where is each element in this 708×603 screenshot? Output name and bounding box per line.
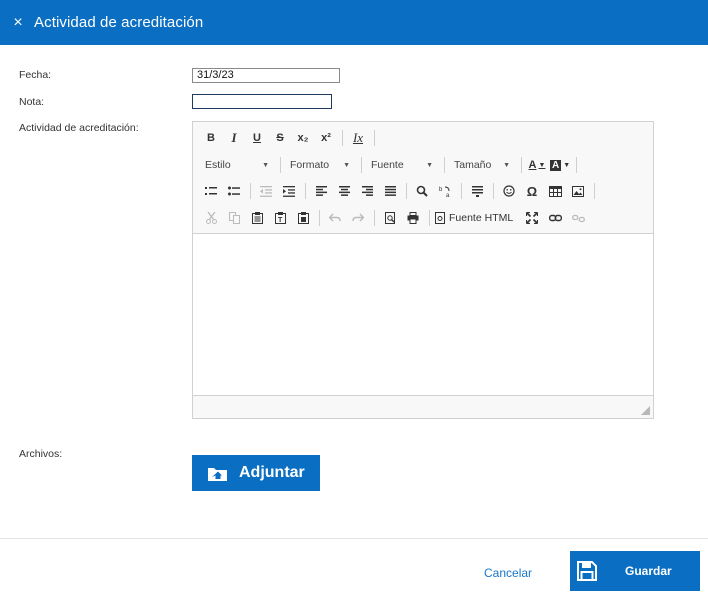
cut-icon[interactable] [201, 208, 221, 228]
toolbar-row-2: Estilo ▼ Formato ▼ Fuente ▼ Tamaño ▼ A▼ [201, 154, 582, 176]
attach-button-label: Adjuntar [239, 464, 305, 481]
resize-handle-icon[interactable] [641, 406, 650, 415]
svg-text:a: a [446, 193, 450, 197]
fecha-field[interactable]: 31/3/23 [192, 68, 340, 83]
numbered-list-icon[interactable] [201, 181, 221, 201]
toolbar-separator [521, 157, 522, 173]
cancel-button[interactable]: Cancelar [484, 566, 532, 580]
toolbar-separator [280, 157, 281, 173]
toolbar-separator [319, 210, 320, 226]
table-icon[interactable] [545, 181, 565, 201]
text-color-icon: A [528, 159, 537, 171]
actividad-label: Actividad de acreditación: [19, 122, 139, 134]
image-icon[interactable] [568, 181, 588, 201]
toolbar-separator [594, 183, 595, 199]
toolbar-row-4: T Fuente HTML [201, 207, 591, 229]
nota-label: Nota: [19, 96, 45, 108]
smiley-icon[interactable] [499, 181, 519, 201]
upload-folder-icon [207, 465, 229, 482]
chevron-down-icon: ▼ [262, 161, 269, 169]
source-icon [435, 212, 445, 224]
format-combo[interactable]: Formato ▼ [286, 156, 354, 174]
indent-icon[interactable] [279, 181, 299, 201]
italic-button[interactable]: I [224, 128, 244, 148]
text-color-button[interactable]: A ▼ [527, 155, 547, 175]
editor-status-bar [193, 395, 653, 418]
editor-toolbar: B I U S x₂ x² Ix Estilo ▼ Formato ▼ Fuen… [193, 122, 653, 234]
toolbar-separator [374, 130, 375, 146]
blockquote-icon[interactable] [467, 181, 487, 201]
strikethrough-button[interactable]: S [270, 128, 290, 148]
font-combo[interactable]: Fuente ▼ [367, 156, 437, 174]
dialog-header: × Actividad de acreditación [0, 0, 708, 45]
attach-button[interactable]: Adjuntar [192, 455, 320, 491]
size-combo[interactable]: Tamaño ▼ [450, 156, 514, 174]
toolbar-separator [406, 183, 407, 199]
source-html-button[interactable]: Fuente HTML [435, 208, 515, 228]
toolbar-row-3: ba Ω [201, 180, 600, 202]
unlink-icon[interactable] [568, 208, 588, 228]
chevron-down-icon: ▼ [343, 161, 350, 169]
toolbar-separator [374, 210, 375, 226]
chevron-down-icon: ▼ [426, 161, 433, 169]
archivos-label: Archivos: [19, 448, 63, 460]
save-button[interactable]: Guardar [570, 551, 700, 591]
toolbar-separator [461, 183, 462, 199]
print-icon[interactable] [403, 208, 423, 228]
toolbar-separator [250, 183, 251, 199]
undo-icon[interactable] [325, 208, 345, 228]
toolbar-separator [444, 157, 445, 173]
paste-text-icon[interactable]: T [270, 208, 290, 228]
toolbar-separator [361, 157, 362, 173]
footer-divider [0, 538, 708, 539]
save-button-label: Guardar [625, 564, 672, 578]
font-combo-label: Fuente [371, 159, 404, 171]
format-combo-label: Formato [290, 159, 330, 171]
background-color-button[interactable]: A ▼ [550, 155, 570, 175]
link-icon[interactable] [545, 208, 565, 228]
align-center-icon[interactable] [334, 181, 354, 201]
style-combo-label: Estilo [205, 159, 231, 171]
redo-icon[interactable] [348, 208, 368, 228]
svg-text:b: b [439, 187, 443, 193]
preview-icon[interactable] [380, 208, 400, 228]
replace-icon[interactable]: ba [435, 181, 455, 201]
fecha-label: Fecha: [19, 69, 52, 81]
nota-field[interactable] [192, 94, 332, 109]
close-icon[interactable]: × [0, 14, 34, 32]
svg-text:T: T [278, 217, 283, 224]
copy-icon[interactable] [224, 208, 244, 228]
remove-format-button[interactable]: Ix [348, 128, 368, 148]
underline-button[interactable]: U [247, 128, 267, 148]
maximize-icon[interactable] [522, 208, 542, 228]
paste-word-icon[interactable] [293, 208, 313, 228]
style-combo[interactable]: Estilo ▼ [201, 156, 273, 174]
chevron-down-icon: ▼ [503, 161, 510, 169]
source-html-label: Fuente HTML [449, 212, 514, 224]
paste-icon[interactable] [247, 208, 267, 228]
dialog-title: Actividad de acreditación [34, 14, 204, 31]
toolbar-separator [493, 183, 494, 199]
align-left-icon[interactable] [311, 181, 331, 201]
save-icon [577, 561, 597, 581]
outdent-icon[interactable] [256, 181, 276, 201]
find-icon[interactable] [412, 181, 432, 201]
subscript-button[interactable]: x₂ [293, 128, 313, 148]
superscript-button[interactable]: x² [316, 128, 336, 148]
toolbar-separator [429, 210, 430, 226]
toolbar-separator [342, 130, 343, 146]
toolbar-separator [576, 157, 578, 173]
size-combo-label: Tamaño [454, 159, 492, 171]
rich-text-editor: B I U S x₂ x² Ix Estilo ▼ Formato ▼ Fuen… [192, 121, 654, 419]
toolbar-row-1: B I U S x₂ x² Ix [201, 127, 380, 149]
background-color-icon: A [550, 159, 562, 171]
align-justify-icon[interactable] [380, 181, 400, 201]
align-right-icon[interactable] [357, 181, 377, 201]
editor-content-area[interactable] [193, 235, 653, 396]
toolbar-separator [305, 183, 306, 199]
special-character-icon[interactable]: Ω [522, 181, 542, 201]
bold-button[interactable]: B [201, 128, 221, 148]
bulleted-list-icon[interactable] [224, 181, 244, 201]
